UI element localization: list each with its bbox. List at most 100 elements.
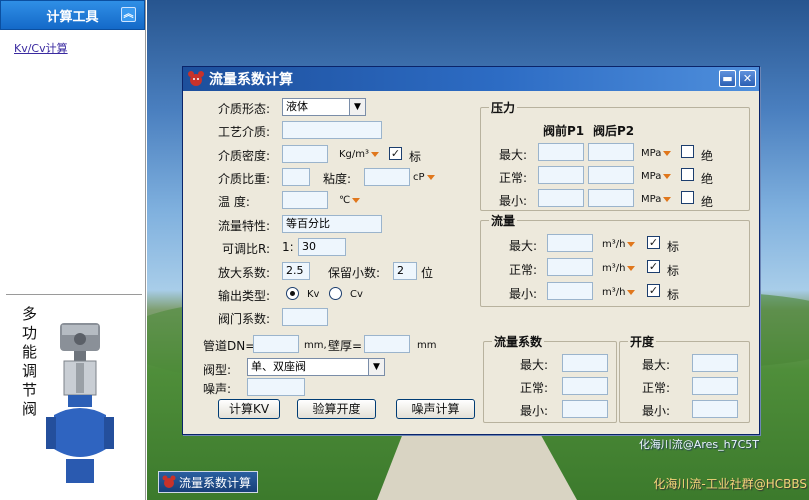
- density-std-checkbox[interactable]: ✓: [389, 147, 402, 160]
- flow-normal-std-label: 标: [667, 264, 680, 278]
- orange-dropdown-icon[interactable]: [663, 150, 672, 156]
- opening-min-label: 最小:: [642, 404, 671, 418]
- temperature-unit-select[interactable]: ℃: [339, 195, 361, 206]
- valve-type-select[interactable]: 单、双座阀 ▼: [247, 358, 385, 376]
- flow-max-std-checkbox[interactable]: ✓: [647, 236, 660, 249]
- flow-coefficient-title: 流量系数: [492, 333, 545, 350]
- pressure-max-unit-select[interactable]: MPa: [641, 148, 672, 159]
- calc-kv-button[interactable]: 计算KV: [218, 399, 280, 419]
- flow-normal-std-checkbox[interactable]: ✓: [647, 260, 660, 273]
- pressure-min-abs-checkbox[interactable]: [681, 191, 694, 204]
- pressure-p1-min-input[interactable]: [538, 189, 584, 207]
- wall-thickness-input[interactable]: [364, 335, 410, 353]
- medium-state-select[interactable]: 液体 ▼: [282, 98, 366, 116]
- pressure-p1-max-input[interactable]: [538, 143, 584, 161]
- coef-normal-label: 正常:: [520, 381, 549, 395]
- sidebar-header[interactable]: 计算工具 ︽: [0, 0, 145, 30]
- pressure-p2-normal-input[interactable]: [588, 166, 634, 184]
- product-vertical-title: 多功能调节阀: [22, 305, 38, 418]
- orange-dropdown-icon[interactable]: [627, 241, 636, 247]
- flow-min-std-checkbox[interactable]: ✓: [647, 284, 660, 297]
- window-titlebar[interactable]: 流量系数计算 ▬ ✕: [183, 67, 759, 91]
- noise-label: 噪声:: [203, 382, 232, 396]
- orange-dropdown-icon[interactable]: [371, 151, 380, 157]
- flow-coefficient-group: 流量系数 最大: 正常: 最小:: [483, 333, 617, 423]
- flow-group-title: 流量: [489, 212, 518, 229]
- output-kv-radio[interactable]: [286, 287, 299, 300]
- density-input[interactable]: [282, 145, 328, 163]
- opening-title: 开度: [628, 333, 657, 350]
- pipe-dn-input[interactable]: [253, 335, 299, 353]
- opening-normal-label: 正常:: [642, 381, 671, 395]
- coef-max-output: [562, 354, 608, 372]
- flow-min-unit-select[interactable]: m³/h: [602, 287, 636, 298]
- viscosity-input[interactable]: [364, 168, 410, 186]
- app-icon: [188, 71, 204, 86]
- orange-dropdown-icon[interactable]: [352, 197, 361, 203]
- process-medium-label: 工艺介质:: [218, 125, 271, 139]
- flow-coefficient-window: 流量系数计算 ▬ ✕ 介质形态: 液体 ▼ 工艺介质: 介质密度: Kg/m³ …: [182, 66, 760, 435]
- pressure-max-abs-checkbox[interactable]: [681, 145, 694, 158]
- flow-max-std-label: 标: [667, 240, 680, 254]
- noise-calc-button[interactable]: 噪声计算: [396, 399, 475, 419]
- amplification-input[interactable]: 2.5: [282, 262, 310, 280]
- pressure-min-unit-select[interactable]: MPa: [641, 194, 672, 205]
- opening-group: 开度 最大: 正常: 最小:: [619, 333, 750, 423]
- orange-dropdown-icon[interactable]: [426, 174, 435, 180]
- kv-cv-calc-link[interactable]: Kv/Cv计算: [14, 40, 68, 56]
- sidebar: 计算工具 ︽ Kv/Cv计算 多功能调节阀: [0, 0, 146, 500]
- process-medium-input[interactable]: [282, 121, 382, 139]
- flow-max-input[interactable]: [547, 234, 593, 252]
- amplification-label: 放大系数:: [218, 266, 271, 280]
- flow-max-unit-select[interactable]: m³/h: [602, 239, 636, 250]
- pressure-p2-header: 阀后P2: [593, 124, 635, 138]
- coef-min-output: [562, 400, 608, 418]
- output-kv-label: Kv: [307, 289, 320, 300]
- valve-type-value: 单、双座阀: [251, 360, 306, 373]
- orange-dropdown-icon[interactable]: [627, 265, 636, 271]
- flow-normal-label: 正常:: [509, 263, 538, 277]
- wall-thickness-label: 壁厚=: [328, 339, 363, 353]
- orange-dropdown-icon[interactable]: [663, 173, 672, 179]
- flow-normal-unit-select[interactable]: m³/h: [602, 263, 636, 274]
- pressure-p1-normal-input[interactable]: [538, 166, 584, 184]
- specific-gravity-input[interactable]: [282, 168, 310, 186]
- flow-normal-input[interactable]: [547, 258, 593, 276]
- pressure-p1-header: 阀前P1: [543, 124, 585, 138]
- decimals-input[interactable]: 2: [393, 262, 417, 280]
- pressure-normal-abs-label: 绝: [701, 172, 714, 186]
- viscosity-unit-select[interactable]: cP: [413, 172, 435, 183]
- pressure-p2-min-input[interactable]: [588, 189, 634, 207]
- orange-dropdown-icon[interactable]: [627, 289, 636, 295]
- rangeability-input[interactable]: 30: [298, 238, 346, 256]
- close-button[interactable]: ✕: [739, 70, 756, 87]
- rangeability-label: 可调比R:: [222, 242, 271, 256]
- pressure-normal-label: 正常:: [499, 171, 528, 185]
- check-opening-button[interactable]: 验算开度: [297, 399, 376, 419]
- orange-dropdown-icon[interactable]: [663, 196, 672, 202]
- watermark-community: 化海川流-工业社群@HCBBS: [653, 477, 807, 491]
- flow-characteristic-input[interactable]: 等百分比: [282, 215, 382, 233]
- minimize-button[interactable]: ▬: [719, 70, 736, 87]
- taskbar-window-button[interactable]: 流量系数计算: [158, 471, 258, 493]
- pressure-normal-abs-checkbox[interactable]: [681, 168, 694, 181]
- pressure-min-abs-label: 绝: [701, 195, 714, 209]
- flow-characteristic-label: 流量特性:: [218, 219, 271, 233]
- chevron-down-icon[interactable]: ▼: [368, 359, 384, 375]
- output-cv-radio[interactable]: [329, 287, 342, 300]
- pressure-normal-unit-select[interactable]: MPa: [641, 171, 672, 182]
- noise-input[interactable]: [247, 378, 305, 396]
- chevron-down-icon[interactable]: ▼: [349, 99, 365, 115]
- collapse-chevron-icon[interactable]: ︽: [121, 7, 136, 22]
- pressure-p2-max-input[interactable]: [588, 143, 634, 161]
- flow-min-input[interactable]: [547, 282, 593, 300]
- valve-coefficient-label: 阀门系数:: [218, 312, 271, 326]
- density-unit-select[interactable]: Kg/m³: [339, 149, 380, 160]
- viscosity-label: 粘度:: [323, 172, 352, 186]
- flow-min-label: 最小:: [509, 287, 538, 301]
- temperature-input[interactable]: [282, 191, 328, 209]
- temperature-label: 温 度:: [218, 195, 250, 209]
- coef-max-label: 最大:: [520, 358, 549, 372]
- valve-coefficient-input[interactable]: [282, 308, 328, 326]
- opening-normal-output: [692, 377, 738, 395]
